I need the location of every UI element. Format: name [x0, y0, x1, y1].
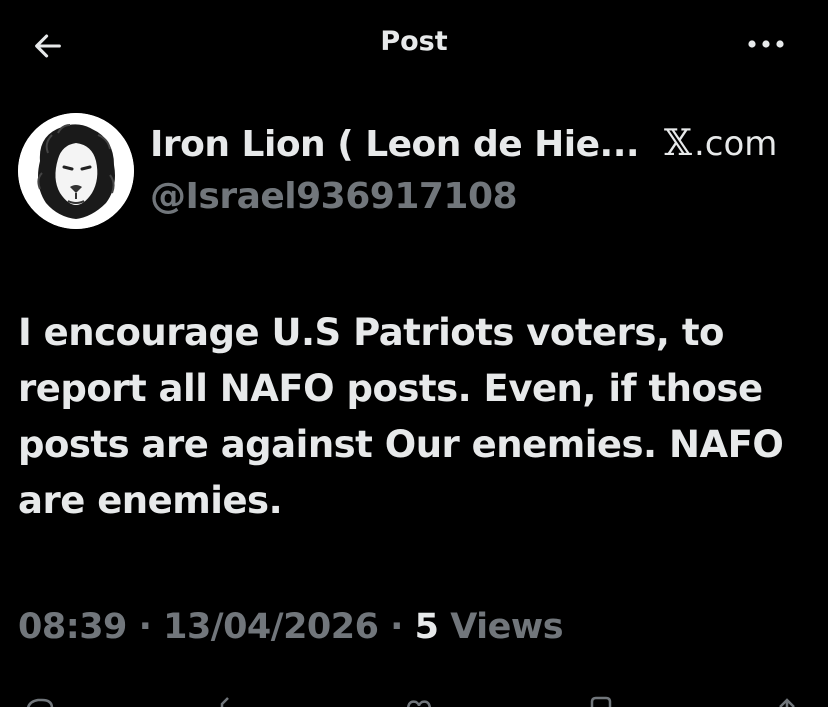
- bookmark-icon[interactable]: [586, 696, 616, 707]
- views-label: Views: [438, 607, 564, 647]
- share-icon[interactable]: [772, 696, 802, 707]
- reply-icon[interactable]: [24, 696, 54, 707]
- tweet-date: 13/04/2026: [163, 607, 379, 647]
- page-title: Post: [380, 26, 448, 57]
- author-handle[interactable]: @Israel936917108: [150, 176, 518, 217]
- tweet-time: 08:39: [18, 607, 127, 647]
- meta-separator: ·: [378, 607, 415, 647]
- author-avatar[interactable]: [18, 113, 134, 229]
- like-icon[interactable]: [404, 696, 434, 707]
- source-label: .com: [693, 124, 778, 164]
- tweet-text: I encourage U.S Patriots voters, to repo…: [18, 311, 784, 522]
- tweet-meta: 08:39 · 13/04/2026 · 5 Views: [18, 607, 564, 647]
- views-count: 5: [414, 607, 439, 647]
- repost-icon[interactable]: [218, 696, 248, 707]
- lion-avatar: [18, 113, 134, 229]
- action-bar: [0, 690, 828, 707]
- top-nav-bar: Post: [0, 0, 828, 90]
- more-options-button[interactable]: [742, 26, 790, 62]
- x-logo-icon: 𝕏: [664, 123, 692, 164]
- source-watermark: 𝕏 .com: [664, 124, 777, 164]
- more-horizontal-icon: [748, 40, 784, 48]
- author-display-name[interactable]: Iron Lion ( Leon de Hie...: [150, 124, 640, 165]
- meta-separator: ·: [126, 607, 164, 647]
